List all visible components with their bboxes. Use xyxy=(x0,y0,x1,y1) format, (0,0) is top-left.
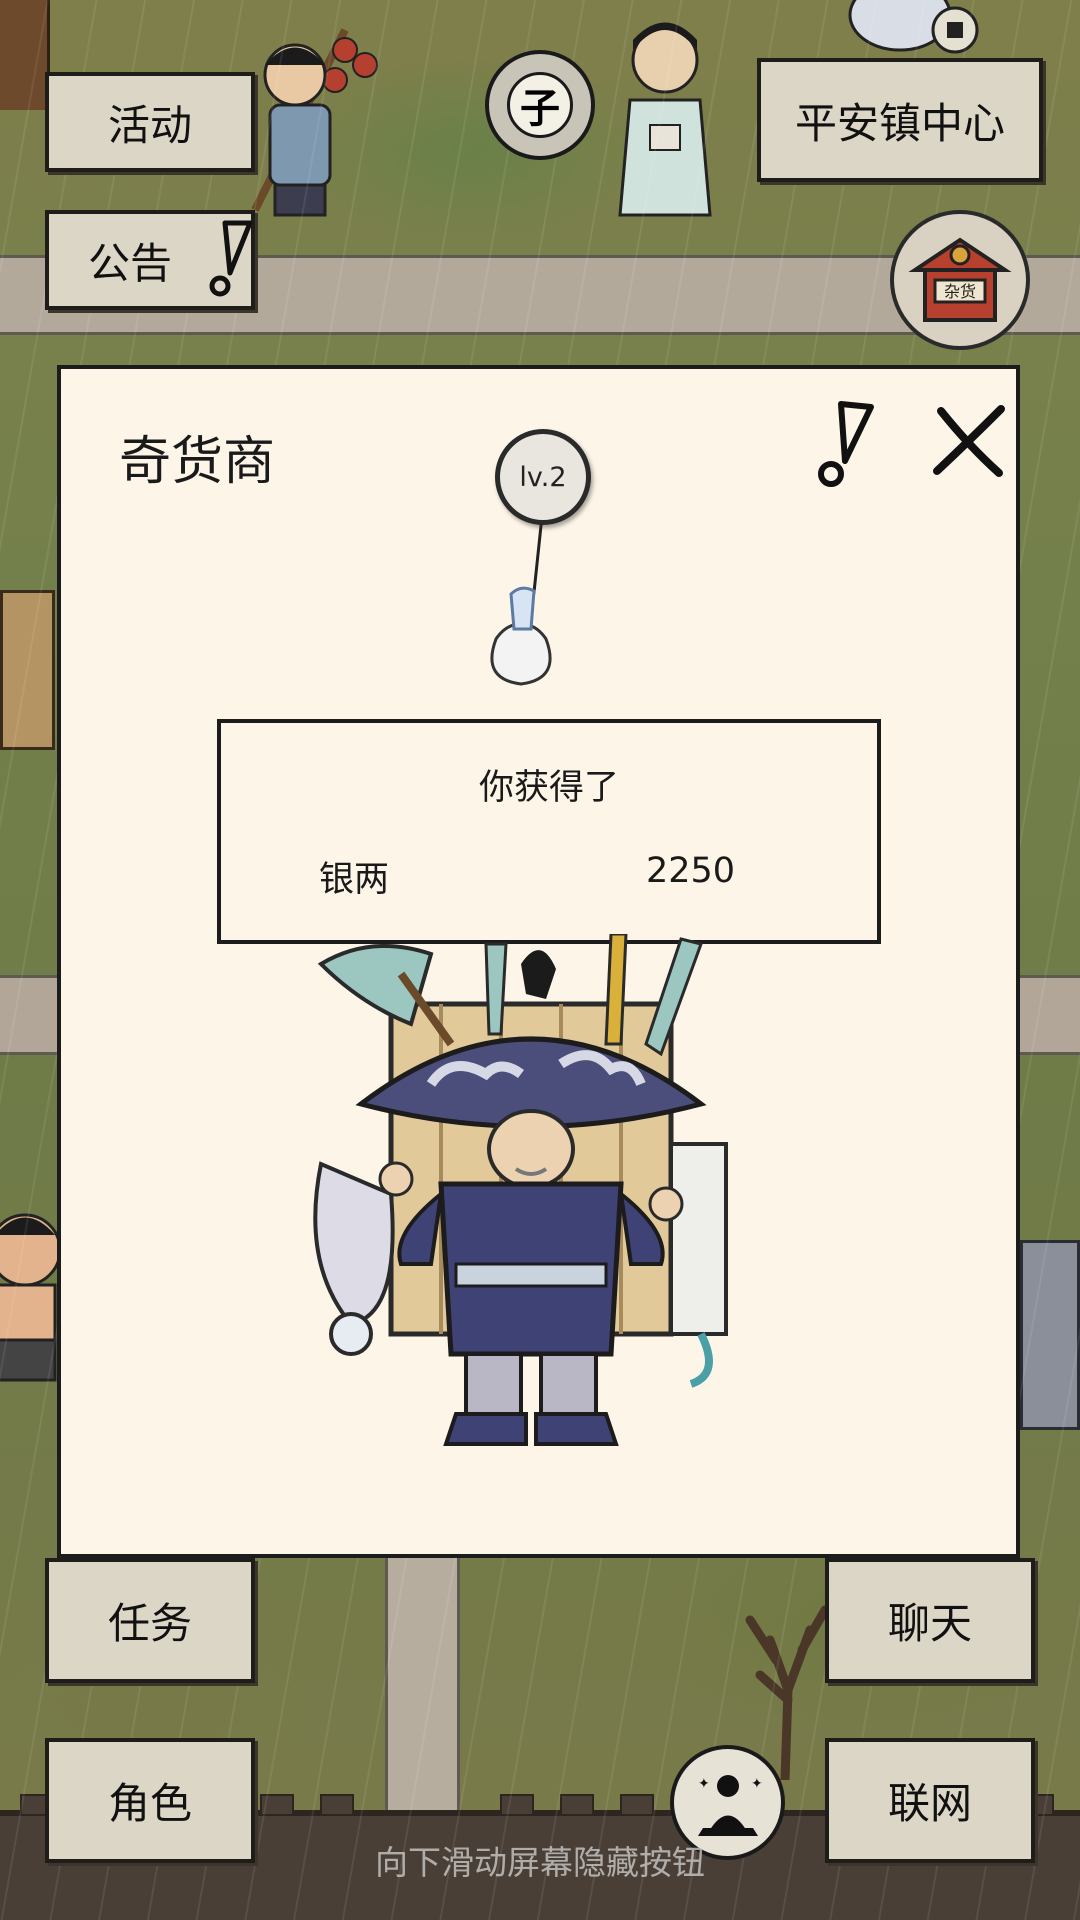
time-of-day-indicator[interactable]: 子 xyxy=(485,50,595,160)
chat-button[interactable]: 聊天 xyxy=(825,1558,1035,1683)
shop-icon[interactable]: 杂货 xyxy=(890,210,1030,350)
reward-item-name: 银两 xyxy=(319,860,390,900)
time-icon: 子 xyxy=(507,72,573,138)
level-badge: lv.2 xyxy=(495,429,591,525)
location-button[interactable]: 平安镇中心 xyxy=(757,58,1043,182)
shop-building-icon: 杂货 xyxy=(908,237,1012,322)
activity-button[interactable]: 活动 xyxy=(45,72,255,172)
shop-icon-label: 杂货 xyxy=(944,282,976,301)
reward-box: 你获得了 银两 2250 xyxy=(217,719,881,944)
merchant-dialog: 奇货商 lv.2 你获得了 银两 2250 xyxy=(57,365,1020,1558)
svg-text:✦: ✦ xyxy=(698,1776,710,1792)
reward-heading: 你获得了 xyxy=(478,768,619,808)
money-sack-icon xyxy=(490,586,552,686)
notice-label: 公告 xyxy=(87,238,172,288)
reward-item-amount: 2250 xyxy=(646,851,736,891)
notice-alert-icon xyxy=(209,220,253,297)
svg-text:✦: ✦ xyxy=(751,1776,763,1792)
task-button[interactable]: 任务 xyxy=(45,1558,255,1683)
dialog-title: 奇货商 xyxy=(119,432,276,492)
merchant-illustration xyxy=(313,934,728,1446)
close-icon[interactable] xyxy=(929,401,1009,481)
meditate-icon: ✦ ✦ xyxy=(697,1774,763,1836)
swipe-hint: 向下滑动屏幕隐藏按钮 xyxy=(375,1843,705,1882)
alert-icon[interactable] xyxy=(809,399,879,489)
